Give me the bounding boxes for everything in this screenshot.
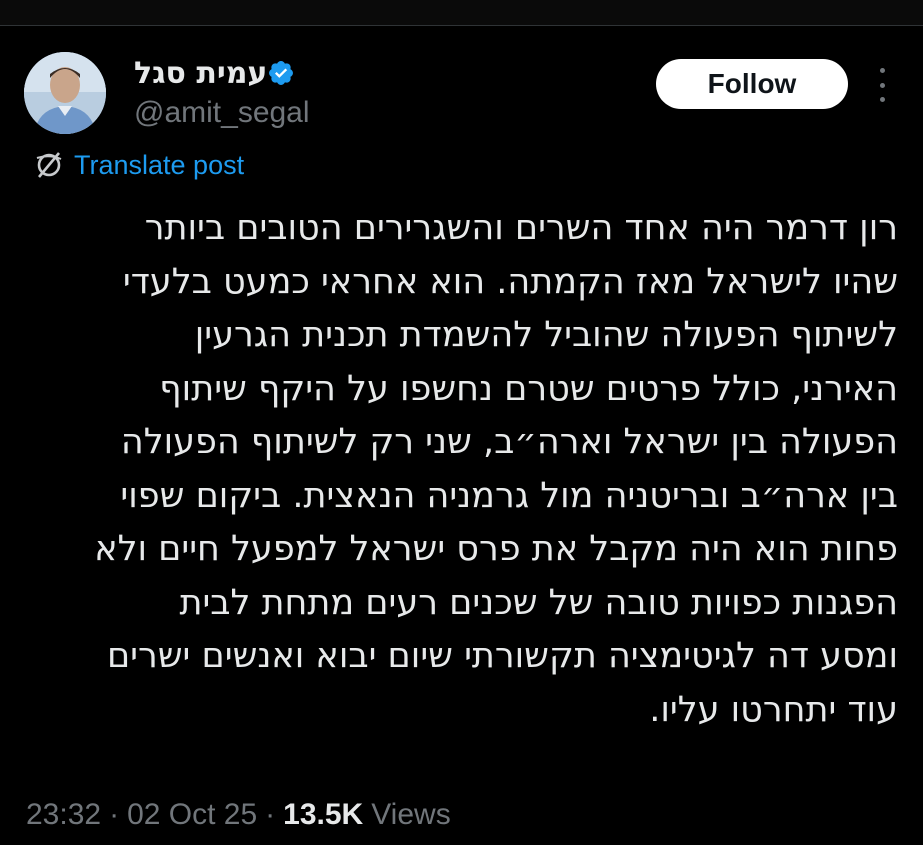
post-date[interactable]: 02 Oct 25 <box>127 798 257 832</box>
follow-button[interactable]: Follow <box>656 59 848 109</box>
post-line: פחות הוא היה מקבל את פרס ישראל למפעל חיי… <box>94 529 898 569</box>
post-meta: 23:32 · 02 Oct 25 · 13.5K Views <box>26 795 451 835</box>
post-text: רון דרמר היה אחד השרים והשגרירים הטובים … <box>26 202 898 737</box>
avatar[interactable] <box>24 52 106 134</box>
translate-globe-icon <box>36 152 62 178</box>
name-row: עמית סגל <box>134 54 310 92</box>
post-line: ומסע דה לגיטימציה תקשורתי שיום יבוא ואנש… <box>106 636 898 676</box>
post-line: הפעולה בין ישראל וארה״ב, שני רק לשיתוף ה… <box>120 422 898 462</box>
more-dot <box>879 82 885 88</box>
post-line: הפגנות כפויות טובה של שכנים רעים מתחת לב… <box>179 582 898 623</box>
meta-separator: · <box>109 798 120 831</box>
more-dot <box>879 68 885 73</box>
more-vertical-icon[interactable] <box>870 68 894 102</box>
translate-post-link[interactable]: Translate post <box>34 148 244 182</box>
views-count[interactable]: 13.5K <box>283 798 363 832</box>
avatar-photo-icon <box>24 52 106 134</box>
author-block: עמית סגל @amit_segal <box>134 54 310 136</box>
display-name[interactable]: עמית סגל <box>134 56 267 91</box>
tweet-page: עמית סגל @amit_segal Follow Translate po… <box>0 0 923 845</box>
post-time[interactable]: 23:32 <box>26 798 101 832</box>
top-divider <box>0 0 923 26</box>
views-label: Views <box>371 798 451 831</box>
post-line: עוד יתחרטו עליו. <box>649 689 898 730</box>
post-line: רון דרמר היה אחד השרים והשגרירים הטובים … <box>144 208 898 248</box>
user-handle[interactable]: @amit_segal <box>134 96 310 130</box>
post-line: לשיתוף הפעולה שהוביל להשמדת תכנית הגרעין <box>194 315 898 355</box>
meta-separator: · <box>265 798 276 831</box>
more-dot <box>879 97 885 102</box>
verified-badge-icon <box>269 61 294 85</box>
post-line: האירני, כולל פרטים שטרם נחשפו על היקף שי… <box>159 368 898 409</box>
translate-label: Translate post <box>74 149 245 180</box>
post-line: שהיו לישראל מאז הקמתה. הוא אחראי כמעט בל… <box>122 261 898 302</box>
post-line: בין ארה״ב ובריטניה מול גרמניה הנאצית. בי… <box>120 475 898 516</box>
